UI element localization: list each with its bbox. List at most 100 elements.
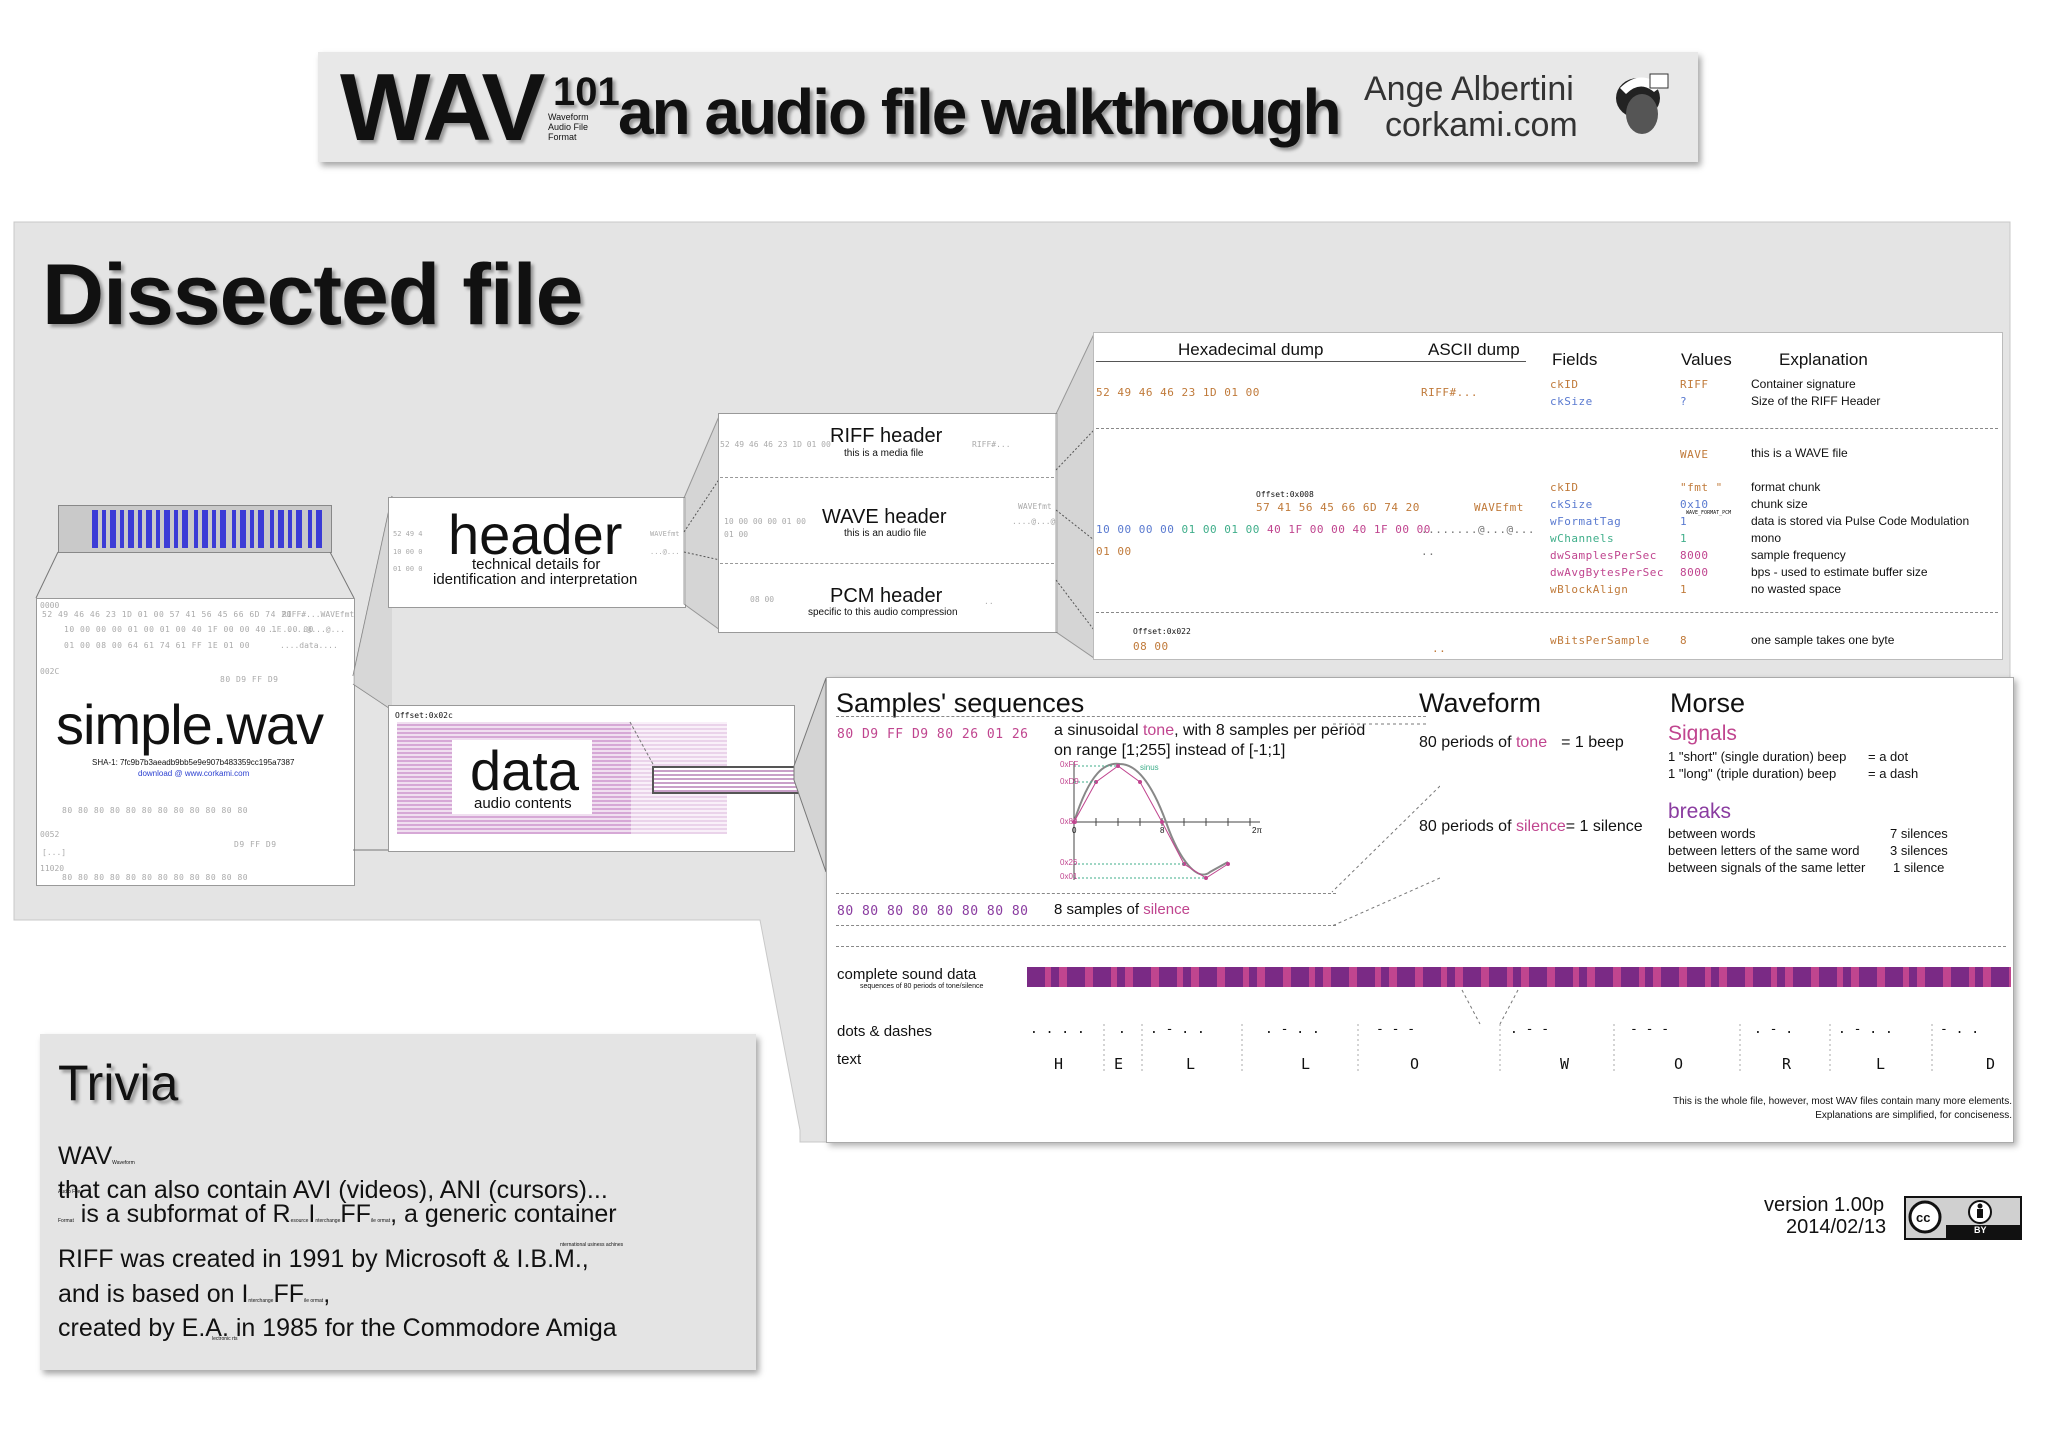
field-table (1093, 332, 2003, 660)
silence-description: 8 samples of silence (1054, 901, 1190, 918)
file-hex-offset: 0000 (40, 601, 60, 610)
pcm-header-sub: specific to this audio compression (808, 607, 958, 618)
trivia-line: created by E.A. in 1985 for the Commodor… (58, 1314, 617, 1342)
file-hex-row: D9 FF D9 (234, 840, 277, 849)
field-value: 8000 (1680, 549, 1709, 562)
morse-long-eq: = a dash (1868, 766, 1919, 781)
samples-divider (836, 893, 1336, 894)
graph-label: 0xD9 (1060, 777, 1079, 786)
morse-break-row: between signals of the same letter (1668, 860, 1866, 875)
file-ascii-row: RIFF#...WAVEfmt (282, 610, 355, 619)
morse-break-count: 1 silence (1893, 860, 1945, 875)
samples-heading: Samples' sequences (836, 688, 1085, 718)
sub-divider (720, 563, 1054, 564)
sub-to-table-connector (1055, 333, 1095, 659)
dissected-heading: Dissected file (42, 247, 583, 343)
field-name: dwAvgBytesPerSec (1550, 566, 1664, 579)
data-to-samples-connector (793, 677, 827, 873)
license-label: BY (1974, 1225, 1987, 1235)
morse-long: 1 "long" (triple duration) beep (1668, 766, 1837, 781)
file-hex-row: 01 00 08 00 64 61 74 61 FF 1E 01 00 (64, 641, 251, 650)
footer-note: Explanations are simplified, for concise… (1815, 1110, 2012, 1121)
pcm-hex: 08 00 (1133, 640, 1169, 653)
graph-label: 0x26 (1060, 858, 1078, 867)
waveform-text: = 1 silence (1565, 818, 1643, 835)
graph-label: sinus (1140, 763, 1159, 772)
morse-letter: L (1301, 1055, 1311, 1073)
morse-letter: R (1782, 1055, 1792, 1073)
header-box-hex: 52 49 4 (393, 530, 423, 538)
col-header-fields: Fields (1552, 350, 1598, 369)
field-explanation: this is a WAVE file (1751, 446, 1848, 460)
header-box-hex: 01 00 0 (393, 565, 423, 573)
svg-text:cc: cc (1916, 1210, 1930, 1225)
hex-bytes-channels: 01 00 (1224, 523, 1260, 536)
file-hex-offset: 002C (40, 667, 60, 676)
trivia-text: FF (273, 1280, 304, 1308)
morse-letter: E (1114, 1055, 1124, 1073)
col-header-explanation: Explanation (1779, 350, 1868, 369)
trivia-acronym: nterchange (315, 1218, 341, 1224)
file-hex-offset: [...] (42, 848, 67, 857)
wave-ascii-tail: .. (1421, 545, 1436, 558)
file-ascii-row: ........@...@... (268, 625, 346, 634)
field-explanation: chunk size (1751, 497, 1808, 511)
waveform-tone: 80 periods of tone = 1 beep (1419, 734, 1624, 752)
riff-header-title: RIFF header (830, 425, 943, 447)
field-explanation: sample frequency (1751, 548, 1846, 562)
wave-offset: Offset:0x008 (1256, 490, 1314, 499)
pcm-header-hex: 08 00 (750, 595, 775, 604)
hex-bytes-size: 10 00 00 00 (1096, 523, 1175, 536)
morse-heading: Morse (1670, 688, 1746, 718)
field-value: ? (1680, 395, 1688, 408)
file-hex-offset: 11020 (40, 864, 65, 873)
col-header-ascii: ASCII dump (1428, 340, 1520, 359)
trivia-line: that can also contain AVI (videos), ANI … (58, 1176, 608, 1204)
wave-hex-top: 57 41 56 45 66 6D 74 20 (1256, 501, 1420, 514)
riff-header-sub: this is a media file (844, 448, 924, 459)
morse-short-eq: = a dot (1868, 749, 1909, 764)
wformat-note: WAVE_FORMAT_PCM (1686, 510, 1732, 516)
field-name: ckID (1550, 481, 1579, 494)
data-box-title: data (470, 739, 579, 802)
field-value: RIFF (1680, 378, 1709, 391)
graph-label: 0 (1072, 826, 1077, 835)
file-hex-row: 52 49 46 46 23 1D 01 00 57 41 56 45 66 6… (42, 610, 292, 619)
table-divider (1096, 612, 1998, 613)
morse-letter: O (1674, 1055, 1684, 1073)
field-explanation: format chunk (1751, 480, 1821, 494)
cc-license-badge[interactable]: cc BY (1904, 1196, 2022, 1240)
wave-hex-tail: 01 00 (1096, 545, 1132, 558)
graph-label: 8 (1160, 826, 1165, 835)
waveform-silence-word: silence (1515, 818, 1566, 835)
waveform-text: 80 periods of (1419, 734, 1516, 751)
file-hex-row: 80 80 80 80 80 80 80 80 80 80 80 80 (62, 873, 249, 882)
morse-break-count: 7 silences (1890, 826, 1948, 841)
field-explanation: mono (1751, 531, 1782, 545)
morse-break-row: between letters of the same word (1668, 843, 1860, 858)
trivia-acronym: nterchange (248, 1298, 274, 1304)
by-person-icon (1968, 1200, 1992, 1224)
graph-label: 0x80 (1060, 817, 1078, 826)
trivia-line: and is based on InterchangeFFile ormat, (58, 1280, 330, 1309)
wave-header-hex: 01 00 (724, 530, 749, 539)
hex-bytes-rate: 40 1F 00 00 (1266, 523, 1346, 536)
trivia-acronym: esource (290, 1218, 309, 1224)
file-overview-bars (92, 510, 322, 548)
trivia-text: and is based on I (58, 1280, 249, 1308)
field-value: 1 (1680, 532, 1688, 545)
samples-heading-underline (836, 716, 1426, 717)
table-divider (1096, 428, 1998, 429)
silence-word: silence (1143, 901, 1190, 918)
col-header-underline (1096, 361, 1526, 362)
file-download-link[interactable]: download @ www.corkami.com (138, 769, 249, 778)
morse-break-count: 3 silences (1890, 843, 1948, 858)
riff-ascii: RIFF#... (1421, 386, 1478, 399)
hex-bytes-format: 01 00 (1181, 523, 1218, 536)
graph-label: 0xFF (1060, 760, 1079, 769)
wave-header-sub: this is an audio file (844, 528, 927, 539)
trivia-heading: Trivia (58, 1055, 179, 1111)
version: version 1.00p (1764, 1194, 1885, 1216)
riff-header-hex: 52 49 46 46 23 1D 01 00 (720, 440, 831, 449)
header-box-sub: identification and interpretation (433, 571, 638, 588)
